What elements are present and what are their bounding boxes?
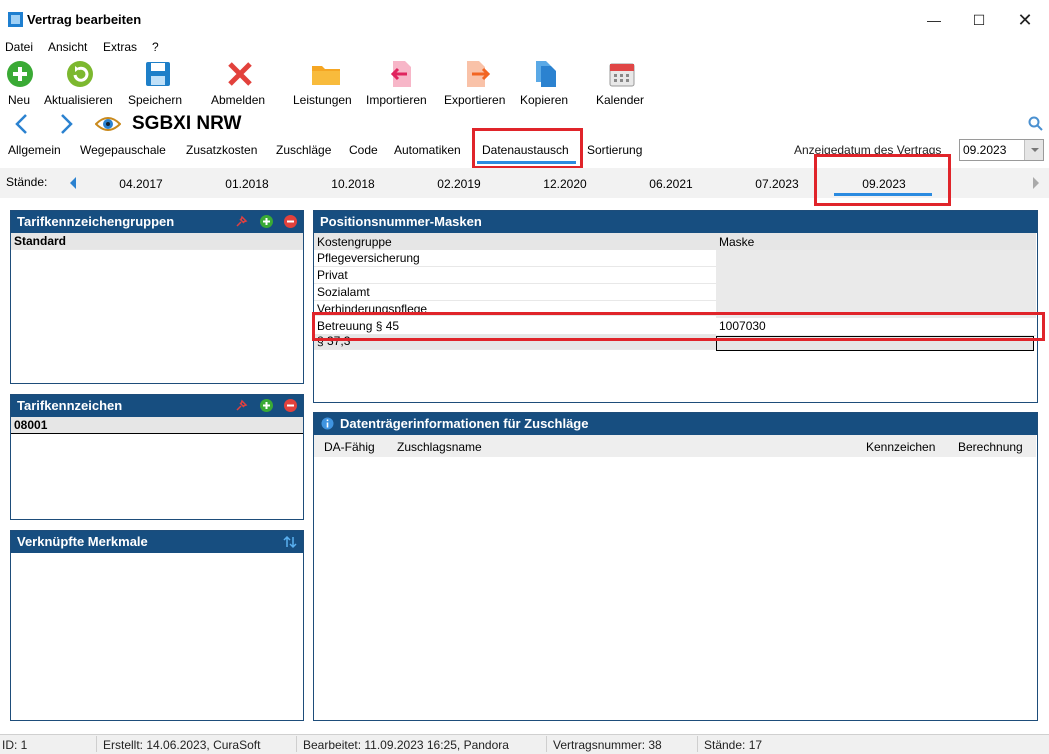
stand-item[interactable]: 02.2019 [409,177,509,191]
refresh-icon [66,60,94,88]
mask-row[interactable]: Sozialamt [314,284,716,301]
add-icon[interactable] [260,215,273,228]
calendar-icon [608,60,636,88]
staende-label: Stände: [6,175,48,189]
column-header-da-faehig[interactable]: DA-Fähig [324,440,375,454]
status-contract-number: Vertragsnummer: 38 [553,738,662,752]
import-icon [387,60,415,88]
status-separator [296,736,297,752]
column-header-kennzeichen[interactable]: Kennzeichen [866,440,935,454]
stand-item[interactable]: 01.2018 [197,177,297,191]
new-button[interactable]: Neu [4,60,36,110]
refresh-button[interactable]: Aktualisieren [44,60,120,110]
stand-item[interactable]: 07.2023 [727,177,827,191]
search-icon[interactable] [1028,116,1044,132]
masks-column-header [314,233,1036,250]
list-item[interactable]: Standard [11,233,303,250]
calendar-button[interactable]: Kalender [596,60,648,110]
copy-icon [532,60,560,88]
tab-allgemein[interactable]: Allgemein [8,143,61,157]
tab-zuschlaege[interactable]: Zuschläge [276,143,331,157]
forward-arrow-icon[interactable] [56,112,76,136]
export-button[interactable]: Exportieren [444,60,510,110]
remove-icon[interactable] [284,215,297,228]
staende-next-icon[interactable] [1031,176,1041,190]
pin-icon[interactable] [235,399,248,412]
stand-item[interactable]: 06.2021 [621,177,721,191]
tab-sortierung[interactable]: Sortierung [587,143,642,157]
column-header-berechnung[interactable]: Berechnung [958,440,1023,454]
info-icon [321,417,334,430]
menu-ansicht[interactable]: Ansicht [48,40,87,54]
folder-icon [311,60,340,88]
pin-icon[interactable] [235,215,248,228]
eye-icon[interactable] [94,114,122,134]
tarif-groups-panel: Tarifkennzeichengruppen Standard [10,210,304,384]
back-arrow-icon[interactable] [12,112,32,136]
plus-icon [6,60,34,88]
staende-prev-icon[interactable] [68,176,78,190]
add-icon[interactable] [260,399,273,412]
tab-code[interactable]: Code [349,143,378,157]
close-window-button[interactable]: ✕ [1005,8,1045,32]
minimize-button[interactable]: — [914,8,954,32]
sort-icon[interactable] [283,535,297,549]
merkmale-panel: Verknüpfte Merkmale [10,530,304,721]
merkmale-header: Verknüpfte Merkmale [11,531,303,553]
tarif-codes-panel: Tarifkennzeichen 08001 [10,394,304,520]
stand-item[interactable]: 04.2017 [91,177,191,191]
close-icon [226,60,254,88]
column-header-maske: Maske [719,235,755,249]
status-staende: Stände: 17 [704,738,763,752]
menu-extras[interactable]: Extras [103,40,137,54]
list-item[interactable]: 08001 [11,417,303,434]
datentraeger-header: Datenträgerinformationen für Zuschläge [314,413,1037,435]
mask-row[interactable]: Pflegeversicherung [314,250,716,267]
datentraeger-panel: Datenträgerinformationen für Zuschläge D… [313,412,1038,721]
status-id: ID: 1 [2,738,28,752]
status-created: Erstellt: 14.06.2023, CuraSoft [103,738,261,752]
masks-header: Positionsnummer-Masken [314,211,1037,233]
remove-icon[interactable] [284,399,297,412]
status-separator [96,736,97,752]
display-date-value: 09.2023 [963,143,1007,157]
tab-wegepauschale[interactable]: Wegepauschale [80,143,166,157]
services-button[interactable]: Leistungen [293,60,357,110]
masks-panel: Positionsnummer-Masken Kostengruppe Mask… [313,210,1038,403]
highlight-box-stand [814,154,951,206]
save-button[interactable]: Speichern [128,60,188,110]
import-button[interactable]: Importieren [366,60,434,110]
contract-title: SGBXI NRW [132,113,242,134]
highlight-box-row [312,312,1045,341]
chevron-down-icon[interactable] [1024,140,1043,160]
stand-item[interactable]: 12.2020 [515,177,615,191]
floppy-disk-icon [144,60,172,88]
mask-row[interactable]: Privat [314,267,716,284]
app-icon [8,12,23,27]
maximize-button[interactable]: ☐ [959,8,999,32]
menu-help[interactable]: ? [152,40,159,54]
menu-datei[interactable]: Datei [5,40,33,54]
highlight-box-tab [472,128,583,169]
export-icon [464,60,492,88]
status-separator [546,736,547,752]
tab-automatiken[interactable]: Automatiken [394,143,461,157]
tab-zusatzkosten[interactable]: Zusatzkosten [186,143,257,157]
title-bar [0,0,1049,38]
logout-button[interactable]: Abmelden [210,60,270,110]
stand-item[interactable]: 10.2018 [303,177,403,191]
copy-button[interactable]: Kopieren [520,60,572,110]
column-header-kostengruppe: Kostengruppe [317,235,392,249]
column-header-zuschlagsname[interactable]: Zuschlagsname [397,440,482,454]
window-title: Vertrag bearbeiten [27,12,142,27]
status-edited: Bearbeitet: 11.09.2023 16:25, Pandora [303,738,509,752]
status-separator [697,736,698,752]
